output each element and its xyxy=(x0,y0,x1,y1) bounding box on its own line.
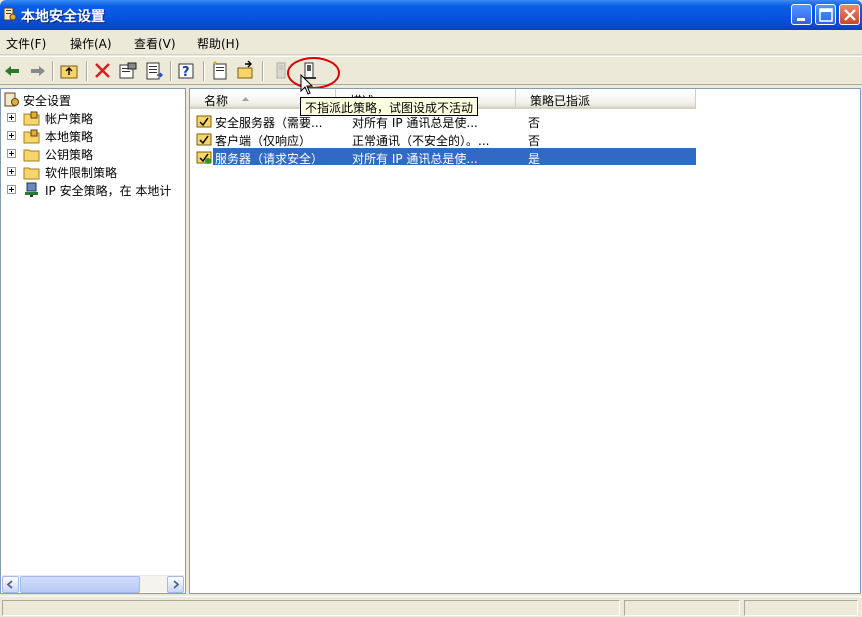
security-settings-app-icon xyxy=(3,7,17,21)
delete-button[interactable] xyxy=(92,60,114,82)
policy-assigned-status: 否 xyxy=(528,134,541,148)
tree-label: 公钥策略 xyxy=(45,148,94,162)
toolbar-separator xyxy=(170,61,172,81)
toolbar-separator xyxy=(203,61,205,81)
new-policy-icon xyxy=(213,61,227,80)
help-icon: ? xyxy=(178,63,194,80)
folder-icon xyxy=(23,167,40,180)
status-pane-tertiary xyxy=(744,600,858,616)
menu-action[interactable]: 操作(A) xyxy=(70,35,112,52)
tree-item-public-key-policy[interactable]: 公钥策略 xyxy=(1,145,185,163)
scroll-right-button[interactable] xyxy=(167,576,184,593)
forward-button[interactable] xyxy=(26,60,48,82)
tree-label: 帐户策略 xyxy=(45,112,94,126)
locked-folder-icon xyxy=(23,129,40,144)
column-header-assigned[interactable]: 策略已指派 xyxy=(516,89,696,109)
toolbar-separator xyxy=(262,61,264,81)
tree-pane: 安全设置 帐户策略 本地策略 公钥策略 软件限制策略 IP 安全策略，在 本地计 xyxy=(0,88,186,594)
column-header-label: 名称 xyxy=(204,94,229,108)
chevron-right-icon xyxy=(173,580,180,589)
policy-description: 对所有 IP 通讯总是使... xyxy=(352,116,478,130)
folder-icon xyxy=(23,149,40,162)
tree-item-ip-security-policy[interactable]: IP 安全策略，在 本地计 xyxy=(1,181,185,199)
tree-label: 安全设置 xyxy=(23,94,72,108)
export-list-button[interactable] xyxy=(143,60,165,82)
chevron-left-icon xyxy=(6,580,13,589)
menu-file[interactable]: 文件(F) xyxy=(6,35,46,52)
mouse-cursor-icon xyxy=(300,74,314,95)
tree-horizontal-scrollbar[interactable] xyxy=(2,575,184,593)
close-button[interactable] xyxy=(839,4,860,25)
svg-text:?: ? xyxy=(182,65,190,80)
expand-toggle[interactable] xyxy=(7,167,16,176)
status-bar xyxy=(0,596,862,617)
locked-folder-icon xyxy=(23,111,40,126)
properties-button[interactable] xyxy=(117,60,139,82)
tree-item-software-restriction[interactable]: 软件限制策略 xyxy=(1,163,185,181)
ip-policy-assigned-icon xyxy=(196,151,212,164)
manage-filters-button[interactable] xyxy=(235,60,257,82)
forward-arrow-icon xyxy=(31,66,45,76)
properties-icon xyxy=(119,62,137,79)
expand-toggle[interactable] xyxy=(7,113,16,122)
list-row[interactable]: 客户端（仅响应） 正常通讯（不安全的）。... 否 xyxy=(194,130,696,148)
up-folder-icon xyxy=(60,65,78,79)
expand-toggle[interactable] xyxy=(7,149,16,158)
policy-name: 服务器（请求安全） xyxy=(215,152,324,166)
sort-ascending-icon xyxy=(242,97,249,101)
ip-policy-icon xyxy=(196,115,212,128)
title-bar[interactable]: 本地安全设置 xyxy=(0,0,862,30)
expand-toggle[interactable] xyxy=(7,185,16,194)
back-arrow-icon xyxy=(5,66,19,76)
tree-root-security-settings[interactable]: 安全设置 xyxy=(1,91,185,109)
menu-view[interactable]: 查看(V) xyxy=(134,35,176,52)
manage-filters-icon xyxy=(237,60,253,79)
security-settings-icon xyxy=(4,92,19,107)
ip-policy-icon xyxy=(196,133,212,146)
tree-label: 软件限制策略 xyxy=(45,166,118,180)
minimize-icon xyxy=(797,18,805,21)
create-ip-policy-button[interactable] xyxy=(209,60,231,82)
export-list-icon xyxy=(146,62,163,80)
policy-list-pane: 名称 描述 策略已指派 安全服务器（需要... 对所有 IP 通讯总是使... … xyxy=(189,88,861,594)
toolbar-separator xyxy=(52,61,54,81)
network-computer-icon xyxy=(25,182,38,197)
scroll-thumb[interactable] xyxy=(20,576,140,593)
policy-assigned-status: 否 xyxy=(528,116,541,130)
main-window: 本地安全设置 文件(F) 操作(A) 查看(V) 帮助(H) ? 安全设置 帐户… xyxy=(0,0,862,617)
window-title: 本地安全设置 xyxy=(21,9,105,25)
policy-description: 对所有 IP 通讯总是使... xyxy=(352,152,478,166)
menu-help[interactable]: 帮助(H) xyxy=(197,35,239,52)
tree-label: 本地策略 xyxy=(45,130,94,144)
policy-name: 客户端（仅响应） xyxy=(215,134,312,148)
maximize-button[interactable] xyxy=(815,4,836,25)
minimize-button[interactable] xyxy=(791,4,812,25)
expand-toggle[interactable] xyxy=(7,131,16,140)
scroll-left-button[interactable] xyxy=(2,576,19,593)
status-pane-main xyxy=(2,600,620,616)
menu-bar: 文件(F) 操作(A) 查看(V) 帮助(H) xyxy=(0,30,862,55)
delete-x-icon xyxy=(95,63,110,78)
tree-label: IP 安全策略，在 本地计 xyxy=(45,184,172,198)
maximize-icon xyxy=(819,8,833,22)
up-one-level-button[interactable] xyxy=(58,60,80,82)
help-button[interactable]: ? xyxy=(176,60,198,82)
tree-item-local-policy[interactable]: 本地策略 xyxy=(1,127,185,145)
policy-description: 正常通讯（不安全的）。... xyxy=(352,134,490,148)
toolbar-separator xyxy=(86,61,88,81)
tree-item-account-policy[interactable]: 帐户策略 xyxy=(1,109,185,127)
unassign-tooltip: 不指派此策略，试图设成不活动 xyxy=(300,97,479,116)
column-header-label: 策略已指派 xyxy=(530,94,591,108)
back-button[interactable] xyxy=(2,60,24,82)
policy-name: 安全服务器（需要... xyxy=(215,116,323,130)
list-row-selected[interactable]: 服务器（请求安全） 对所有 IP 通讯总是使... 是 xyxy=(194,148,696,166)
status-pane-secondary xyxy=(624,600,740,616)
policy-assigned-status: 是 xyxy=(528,152,541,166)
close-icon xyxy=(844,9,856,21)
toolbar: ? xyxy=(0,56,862,85)
